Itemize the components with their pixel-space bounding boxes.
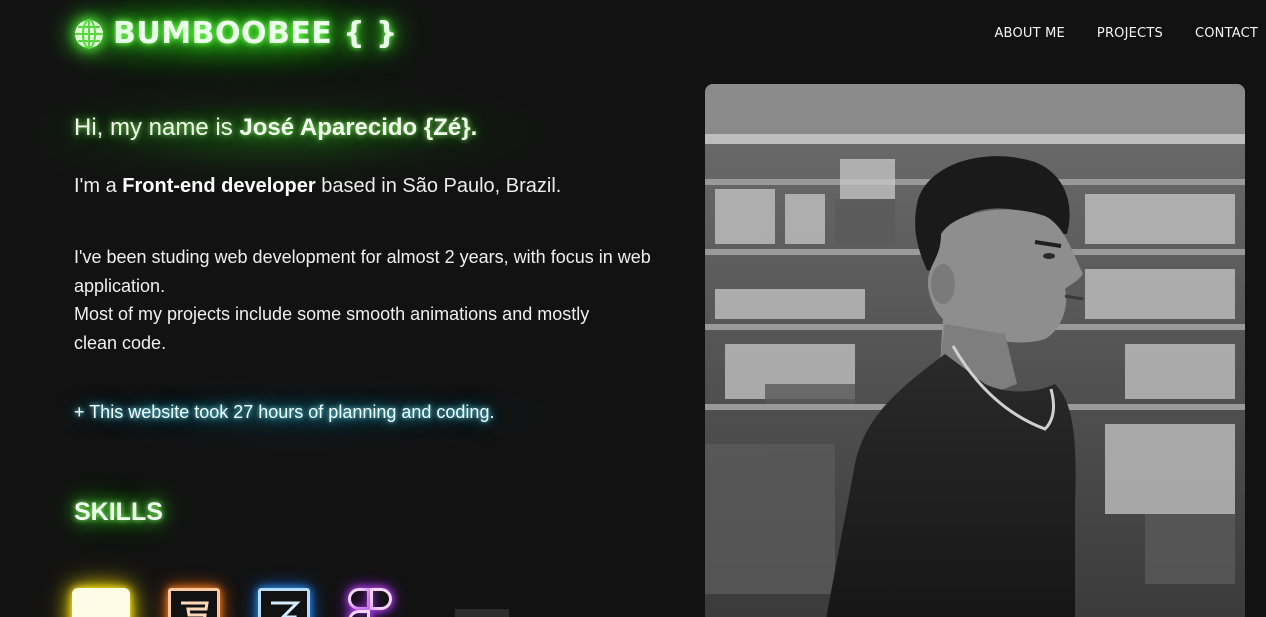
bio-line-2: Most of my projects include some smooth … <box>74 304 590 353</box>
brand-name: BUMBOOBEE { } <box>113 16 398 51</box>
role-suffix: based in São Paulo, Brazil. <box>315 175 562 197</box>
main-nav: ABOUT ME PROJECTS CONTACT <box>994 26 1258 41</box>
bio-text: I've been studing web development for al… <box>74 243 674 357</box>
css3-icon[interactable] <box>258 588 310 617</box>
html5-icon[interactable] <box>168 588 220 617</box>
greeting-heading: Hi, my name is José Aparecido {Zé}. <box>74 114 477 142</box>
greeting-name: José Aparecido {Zé}. <box>239 114 478 141</box>
profile-photo-image <box>705 84 1245 617</box>
role-title: Front-end developer <box>122 175 316 197</box>
profile-photo <box>705 84 1245 617</box>
skills-heading: SKILLS <box>74 498 163 526</box>
role-line: I'm a Front-end developer based in São P… <box>74 175 561 198</box>
portfolio-page: BUMBOOBEE { } ABOUT ME PROJECTS CONTACT … <box>0 0 1266 617</box>
bio-line-1: I've been studing web development for al… <box>74 247 651 296</box>
role-prefix: I'm a <box>74 175 123 197</box>
time-note: + This website took 27 hours of planning… <box>74 402 495 422</box>
globe-icon <box>75 18 103 49</box>
figma-icon[interactable] <box>348 588 396 617</box>
javascript-icon[interactable] <box>72 588 130 617</box>
scroll-indicator[interactable] <box>455 609 509 617</box>
nav-contact[interactable]: CONTACT <box>1195 26 1258 41</box>
brand-logo[interactable]: BUMBOOBEE { } <box>73 16 398 51</box>
greeting-prefix: Hi, my name is <box>74 114 240 141</box>
nav-projects[interactable]: PROJECTS <box>1097 26 1163 41</box>
skills-list <box>72 588 396 617</box>
nav-about-me[interactable]: ABOUT ME <box>994 26 1064 41</box>
